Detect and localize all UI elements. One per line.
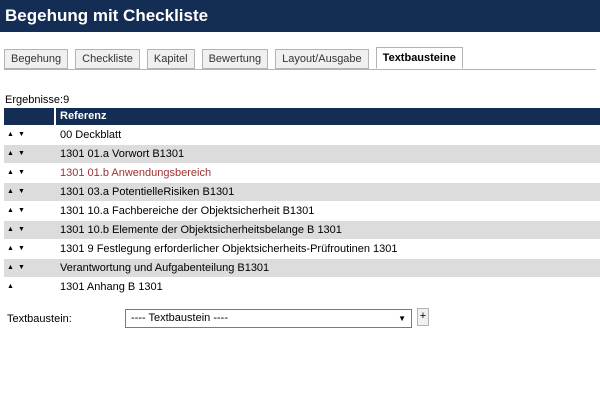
referenz-cell[interactable]: 1301 9 Festlegung erforderlicher Objekts…	[56, 240, 600, 258]
grid-body: ▲ ▼ 00 Deckblatt ▲ ▼ 1301 01.a Vorwort B1301 ▲…	[4, 126, 600, 296]
sort-controls: ▲ ▼	[4, 130, 56, 140]
referenz-cell[interactable]: 00 Deckblatt	[56, 126, 600, 144]
table-row[interactable]: ▲ ▼ Verantwortung und Aufgabenteilung B130…	[4, 259, 600, 277]
sort-controls: ▲ ▼	[4, 225, 56, 235]
grid-header: Referenz	[4, 108, 600, 125]
tab-layout-ausgabe[interactable]: Layout/Ausgabe	[275, 49, 369, 69]
chevron-down-icon: ▼	[398, 314, 406, 323]
move-down-icon[interactable]: ▼	[17, 263, 26, 273]
move-up-icon[interactable]: ▲	[6, 282, 15, 292]
move-down-icon[interactable]: ▼	[17, 244, 26, 254]
tab-divider	[4, 69, 596, 70]
table-row[interactable]: ▲ ▼ 00 Deckblatt	[4, 126, 600, 144]
move-up-icon[interactable]: ▲	[6, 206, 15, 216]
textbausteine-grid: Referenz ▲ ▼ 00 Deckblatt ▲ ▼ 1301 01.a Vorwo…	[4, 108, 600, 296]
table-row[interactable]: ▲ ▼ 1301 01.b Anwendungsbereich	[4, 164, 600, 182]
sort-controls: ▲ ▼	[4, 244, 56, 254]
sort-controls: ▲ ▼	[4, 263, 56, 273]
sort-controls: ▲ ▼	[4, 206, 56, 216]
tab-kapitel[interactable]: Kapitel	[146, 49, 195, 69]
tab-textbausteine[interactable]: Textbausteine	[375, 47, 463, 69]
move-up-icon[interactable]: ▲	[6, 263, 15, 273]
referenz-cell[interactable]: 1301 10.a Fachbereiche der Objektsicherh…	[56, 202, 600, 220]
table-row[interactable]: ▲ ▼ 1301 9 Festlegung erforderlicher Objek…	[4, 240, 600, 258]
referenz-cell[interactable]: 1301 Anhang B 1301	[56, 278, 600, 296]
tab-bewertung[interactable]: Bewertung	[201, 49, 269, 69]
move-down-icon[interactable]: ▼	[17, 225, 26, 235]
referenz-cell[interactable]: 1301 10.b Elemente der Objektsicherheits…	[56, 221, 600, 239]
table-row[interactable]: ▲ ▼ 1301 10.a Fachbereiche der Objektsiche…	[4, 202, 600, 220]
referenz-cell[interactable]: Verantwortung und Aufgabenteilung B1301	[56, 259, 600, 277]
sort-controls: ▲ ▼	[4, 149, 56, 159]
sort-controls: ▲ ▼	[4, 187, 56, 197]
move-down-icon[interactable]: ▼	[17, 130, 26, 140]
move-up-icon[interactable]: ▲	[6, 187, 15, 197]
referenz-cell[interactable]: 1301 03.a PotentielleRisiken B1301	[56, 183, 600, 201]
move-down-icon[interactable]: ▼	[17, 187, 26, 197]
referenz-cell[interactable]: 1301 01.b Anwendungsbereich	[56, 164, 600, 182]
results-count: Ergebnisse:9	[5, 94, 70, 106]
app-title: Begehung mit Checkliste	[0, 0, 600, 32]
column-header-referenz[interactable]: Referenz	[56, 108, 600, 125]
textbaustein-selected-value: ---- Textbaustein ----	[131, 312, 228, 324]
table-row[interactable]: ▲ ▼ 1301 10.b Elemente der Objektsicherhei…	[4, 221, 600, 239]
referenz-cell[interactable]: 1301 01.a Vorwort B1301	[56, 145, 600, 163]
move-up-icon[interactable]: ▲	[6, 130, 15, 140]
table-row[interactable]: ▲ 1301 Anhang B 1301	[4, 278, 600, 296]
add-textbaustein-button[interactable]: +	[417, 308, 429, 326]
move-down-icon[interactable]: ▼	[17, 149, 26, 159]
grid-header-sort-column	[4, 108, 56, 125]
move-up-icon[interactable]: ▲	[6, 244, 15, 254]
move-down-icon[interactable]: ▼	[17, 206, 26, 216]
move-down-icon[interactable]: ▼	[17, 168, 26, 178]
sort-controls: ▲ ▼	[4, 168, 56, 178]
tab-begehung[interactable]: Begehung	[4, 49, 69, 69]
textbaustein-select[interactable]: ---- Textbaustein ---- ▼	[125, 309, 412, 328]
sort-controls: ▲	[4, 282, 56, 292]
table-row[interactable]: ▲ ▼ 1301 03.a PotentielleRisiken B1301	[4, 183, 600, 201]
tab-checkliste[interactable]: Checkliste	[75, 49, 140, 69]
textbaustein-label: Textbaustein:	[7, 313, 72, 325]
move-up-icon[interactable]: ▲	[6, 225, 15, 235]
move-up-icon[interactable]: ▲	[6, 168, 15, 178]
tab-bar: Begehung Checkliste Kapitel Bewertung La…	[4, 47, 470, 69]
table-row[interactable]: ▲ ▼ 1301 01.a Vorwort B1301	[4, 145, 600, 163]
move-up-icon[interactable]: ▲	[6, 149, 15, 159]
